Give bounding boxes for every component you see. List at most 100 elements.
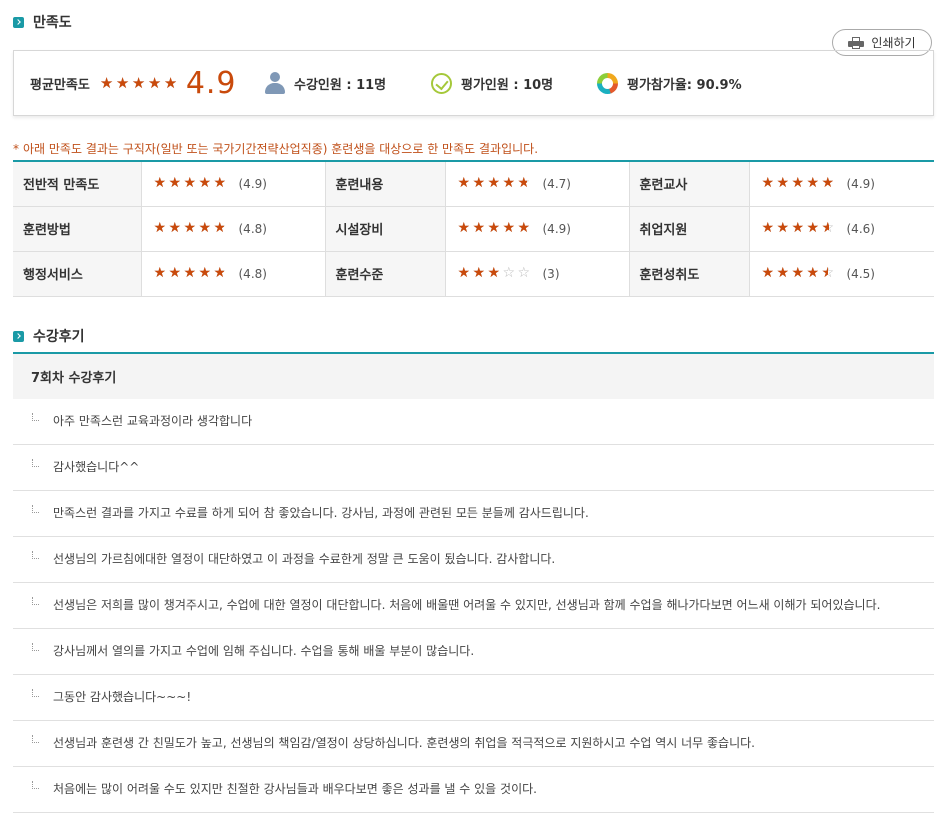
- rating-label: 훈련성취도: [628, 251, 749, 297]
- rating-score: (4.9): [846, 176, 875, 191]
- star-icon: ☆★: [213, 220, 227, 236]
- participation-rate: 평가참가율: 90.9%: [597, 72, 742, 94]
- star-rating: ★ ★ ★ ★ ★ ★ ★ ★ ☆ ★: [153, 265, 227, 281]
- check-circle-icon: [431, 72, 452, 94]
- rating-score: (4.9): [238, 176, 267, 191]
- review-text: 처음에는 많이 어려울 수도 있지만 친절한 강사님들과 배우다보면 좋은 성과…: [53, 782, 537, 796]
- rating-label: 취업지원: [628, 206, 749, 252]
- rating-score: (4.6): [846, 221, 875, 236]
- star-icon: ★ ★: [168, 175, 182, 192]
- tree-line-icon: [32, 735, 39, 743]
- rating-label: 훈련방법: [13, 206, 141, 252]
- rating-value: ★★★★★★☆★☆★ (3): [444, 251, 629, 297]
- review-text: 만족스런 결과를 가지고 수료를 하게 되어 참 좋았습니다. 강사님, 과정에…: [53, 506, 589, 520]
- tree-line-icon: [32, 413, 39, 421]
- rating-value: ★ ★ ★ ★ ★ ★ ★ ★ ☆ ★ (4.6): [748, 206, 934, 252]
- star-rating: ★ ★ ★ ★ ★ ★ ★ ★ ☆ ★: [457, 175, 531, 192]
- star-icon: ★ ★: [791, 220, 805, 236]
- rating-row: 훈련방법 ★ ★ ★ ★ ★ ★ ★ ★ ☆ ★ (4.8) 시설장비 ★ ★ ★ ★ ★ ★ ★ ★ ☆ ★ (4.9) 취업…: [13, 206, 934, 252]
- star-icon: ★ ★: [147, 74, 162, 92]
- evaluator-label: 평가인원 : 10명: [461, 77, 554, 93]
- rating-score: (3): [542, 266, 560, 281]
- review-item: 감사했습니다^^: [13, 445, 934, 491]
- rating-score: (4.7): [542, 176, 571, 191]
- tree-line-icon: [32, 459, 39, 467]
- rating-value: ★ ★ ★ ★ ★ ★ ★ ★ ☆ ★ (4.7): [444, 161, 629, 207]
- evaluator-count: 평가인원 : 10명: [431, 72, 554, 94]
- ring-chart-icon: [597, 72, 618, 94]
- star-rating: ★ ★ ★ ★ ★ ★ ★ ★ ☆ ★: [154, 175, 227, 192]
- star-icon: ★ ★: [198, 265, 212, 281]
- star-icon: ★ ★: [472, 175, 486, 192]
- star-icon: ★ ★: [761, 220, 775, 236]
- rating-label: 훈련내용: [324, 161, 445, 207]
- star-icon: ★ ★: [131, 74, 146, 92]
- review-item: 그동안 감사했습니다~~~!: [13, 675, 934, 721]
- review-text: 아주 만족스런 교육과정이라 생각합니다: [53, 414, 253, 428]
- satisfaction-section-header: 만족도: [13, 12, 72, 32]
- average-satisfaction: 평균만족도 ★ ★ ★ ★ ★ ★ ★ ★ ☆ ★ 4.9: [30, 66, 237, 101]
- star-icon: ★ ★: [776, 265, 790, 281]
- review-text: 감사했습니다^^: [53, 460, 140, 474]
- star-icon: ★ ★: [99, 74, 114, 92]
- review-item: 선생님과 훈련생 간 친밀도가 높고, 선생님의 책임감/열정이 상당하십니다.…: [13, 721, 934, 767]
- print-button-label: 인쇄하기: [871, 36, 916, 50]
- review-item: 만족스런 결과를 가지고 수료를 하게 되어 참 좋았습니다. 강사님, 과정에…: [13, 491, 934, 537]
- star-icon: ★ ★: [183, 265, 197, 281]
- rating-label: 훈련수준: [324, 251, 445, 297]
- star-icon: ★ ★: [198, 175, 212, 192]
- star-icon: ☆★: [517, 265, 531, 281]
- star-icon: ★ ★: [115, 74, 130, 92]
- rating-score: (4.8): [238, 266, 267, 281]
- star-icon: ★ ★: [761, 175, 775, 192]
- star-rating: ★★★★★★☆★☆★: [458, 265, 531, 281]
- star-icon: ☆★: [821, 175, 835, 192]
- rating-value: ★ ★ ★ ★ ★ ★ ★ ★ ☆ ★ (4.8): [140, 206, 325, 252]
- person-icon: [265, 72, 285, 94]
- rating-row: 행정서비스★★★★★★★★☆★(4.8)훈련수준★★★★★★☆★☆★(3)훈련성…: [13, 251, 934, 297]
- tree-line-icon: [32, 597, 39, 605]
- star-icon: ★ ★: [791, 265, 805, 281]
- tree-line-icon: [32, 551, 39, 559]
- star-icon: ★ ★: [791, 175, 805, 192]
- rating-label: 행정서비스: [13, 251, 141, 297]
- star-icon: ★ ★: [761, 265, 775, 281]
- satisfaction-section-title: 만족도: [33, 15, 72, 31]
- tree-line-icon: [32, 505, 39, 513]
- section-bullet-icon: [13, 16, 24, 28]
- review-text: 선생님의 가르침에대한 열정이 대단하였고 이 과정을 수료한게 정말 큰 도움…: [53, 552, 556, 566]
- star-icon: ★ ★: [502, 175, 516, 192]
- rating-table: 전반적 만족도 ★ ★ ★ ★ ★ ★ ★ ★ ☆ ★ (4.9) 훈련내용 ★ ★ ★ ★ ★ ★ ★ ★ ☆ ★ (4.7…: [13, 160, 934, 297]
- rating-score: (4.9): [542, 221, 571, 236]
- star-icon: ★ ★: [183, 175, 197, 192]
- review-round-title: 7회차 수강후기: [13, 352, 934, 399]
- participation-label: 평가참가율: 90.9%: [627, 77, 742, 93]
- average-label: 평균만족도: [30, 77, 90, 93]
- rating-value: ★ ★ ★ ★ ★ ★ ★ ★ ☆ ★ (4.9): [140, 161, 325, 207]
- star-icon: ★ ★: [776, 175, 790, 192]
- star-icon: ★ ★: [487, 175, 501, 192]
- star-icon: ★ ★: [153, 220, 167, 236]
- star-icon: ☆★: [213, 175, 227, 192]
- review-list: 아주 만족스런 교육과정이라 생각합니다감사했습니다^^ 만족스런 결과를 가지고…: [13, 399, 934, 813]
- star-icon: ☆★: [502, 265, 516, 281]
- star-icon: ★ ★: [457, 175, 471, 192]
- star-rating: ★ ★ ★ ★ ★ ★ ★ ★ ☆ ★: [761, 175, 835, 192]
- star-rating: ★ ★ ★ ★ ★ ★ ★ ★ ☆ ★: [153, 220, 227, 236]
- rating-score: (4.8): [238, 221, 267, 236]
- rating-score: (4.5): [846, 266, 875, 281]
- rating-value: ★ ★ ★ ★ ★ ★ ★ ★ ☆ ★ (4.9): [748, 161, 934, 207]
- review-item: 선생님의 가르침에대한 열정이 대단하였고 이 과정을 수료한게 정말 큰 도움…: [13, 537, 934, 583]
- rating-label: 전반적 만족도: [13, 161, 141, 207]
- rating-row: 전반적 만족도 ★ ★ ★ ★ ★ ★ ★ ★ ☆ ★ (4.9) 훈련내용 ★ ★ ★ ★ ★ ★ ★ ★ ☆ ★ (4.7…: [13, 161, 934, 207]
- star-rating: ★ ★ ★ ★ ★ ★ ★ ★ ☆ ★: [457, 220, 531, 236]
- rating-label: 훈련교사: [628, 161, 749, 207]
- rating-value: ★ ★ ★ ★ ★ ★ ★ ★ ☆ ★ (4.5): [748, 251, 934, 297]
- star-icon: ★ ★: [502, 220, 516, 236]
- star-icon: ★ ★: [153, 265, 167, 281]
- star-icon: ★ ★: [457, 220, 471, 236]
- rating-value: ★ ★ ★ ★ ★ ★ ★ ★ ☆ ★ (4.9): [444, 206, 629, 252]
- star-icon: ★ ★: [806, 265, 820, 281]
- star-icon: ☆★: [821, 265, 835, 281]
- star-icon: ★ ★: [198, 220, 212, 236]
